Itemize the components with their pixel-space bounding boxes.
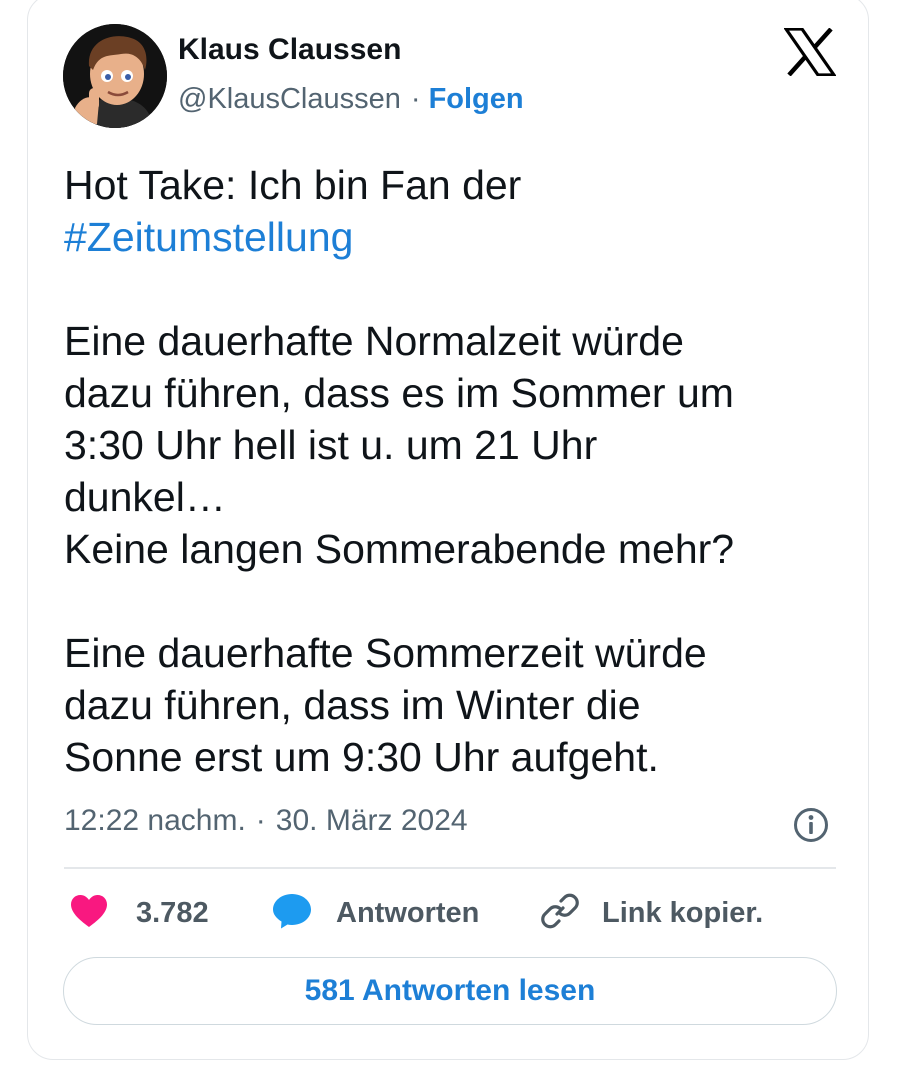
separator-dot: · — [255, 804, 266, 837]
author-name[interactable]: Klaus Claussen — [178, 33, 401, 67]
read-replies-button[interactable]: 581 Antworten lesen — [63, 957, 837, 1025]
tweet-line: Sonne erst um 9:30 Uhr aufgeht. — [64, 734, 659, 780]
tweet-line: dazu führen, dass es im Sommer um — [64, 370, 734, 416]
tweet-meta: 12:22 nachm. · 30. März 2024 — [64, 804, 468, 838]
tweet-line: 3:30 Uhr hell ist u. um 21 Uhr — [64, 422, 598, 468]
tweet-line: Eine dauerhafte Normalzeit würde — [64, 318, 684, 364]
tweet-time[interactable]: 12:22 nachm. — [64, 804, 246, 837]
handle-row: @KlausClaussen · Folgen — [178, 83, 524, 116]
heart-icon — [70, 894, 108, 933]
tweet-text: Hot Take: Ich bin Fan der #Zeitumstellun… — [64, 159, 844, 783]
link-icon — [540, 891, 580, 936]
separator-dot: · — [410, 83, 421, 115]
copy-link-label: Link kopier. — [602, 896, 764, 929]
tweet-line: dunkel… — [64, 474, 226, 520]
like-count: 3.782 — [136, 896, 209, 929]
divider — [64, 867, 836, 869]
follow-button[interactable]: Folgen — [429, 83, 524, 115]
reply-button[interactable]: Antworten — [272, 893, 479, 933]
tweet-line: Keine langen Sommerabende mehr? — [64, 526, 735, 572]
x-logo-icon[interactable] — [782, 27, 838, 77]
tweet-line: Eine dauerhafte Sommerzeit würde — [64, 630, 707, 676]
tweet-date[interactable]: 30. März 2024 — [276, 804, 468, 837]
tweet-line: Hot Take: Ich bin Fan der — [64, 162, 522, 208]
avatar[interactable] — [63, 24, 167, 128]
reply-label: Antworten — [336, 896, 480, 929]
info-icon[interactable] — [792, 806, 830, 844]
reply-bubble-icon — [272, 893, 312, 934]
hashtag-link[interactable]: #Zeitumstellung — [64, 214, 353, 260]
like-button[interactable]: 3.782 — [70, 893, 209, 933]
tweet-line: dazu führen, dass im Winter die — [64, 682, 641, 728]
copy-link-button[interactable]: Link kopier. — [540, 893, 763, 933]
author-handle[interactable]: @KlausClaussen — [178, 83, 401, 115]
